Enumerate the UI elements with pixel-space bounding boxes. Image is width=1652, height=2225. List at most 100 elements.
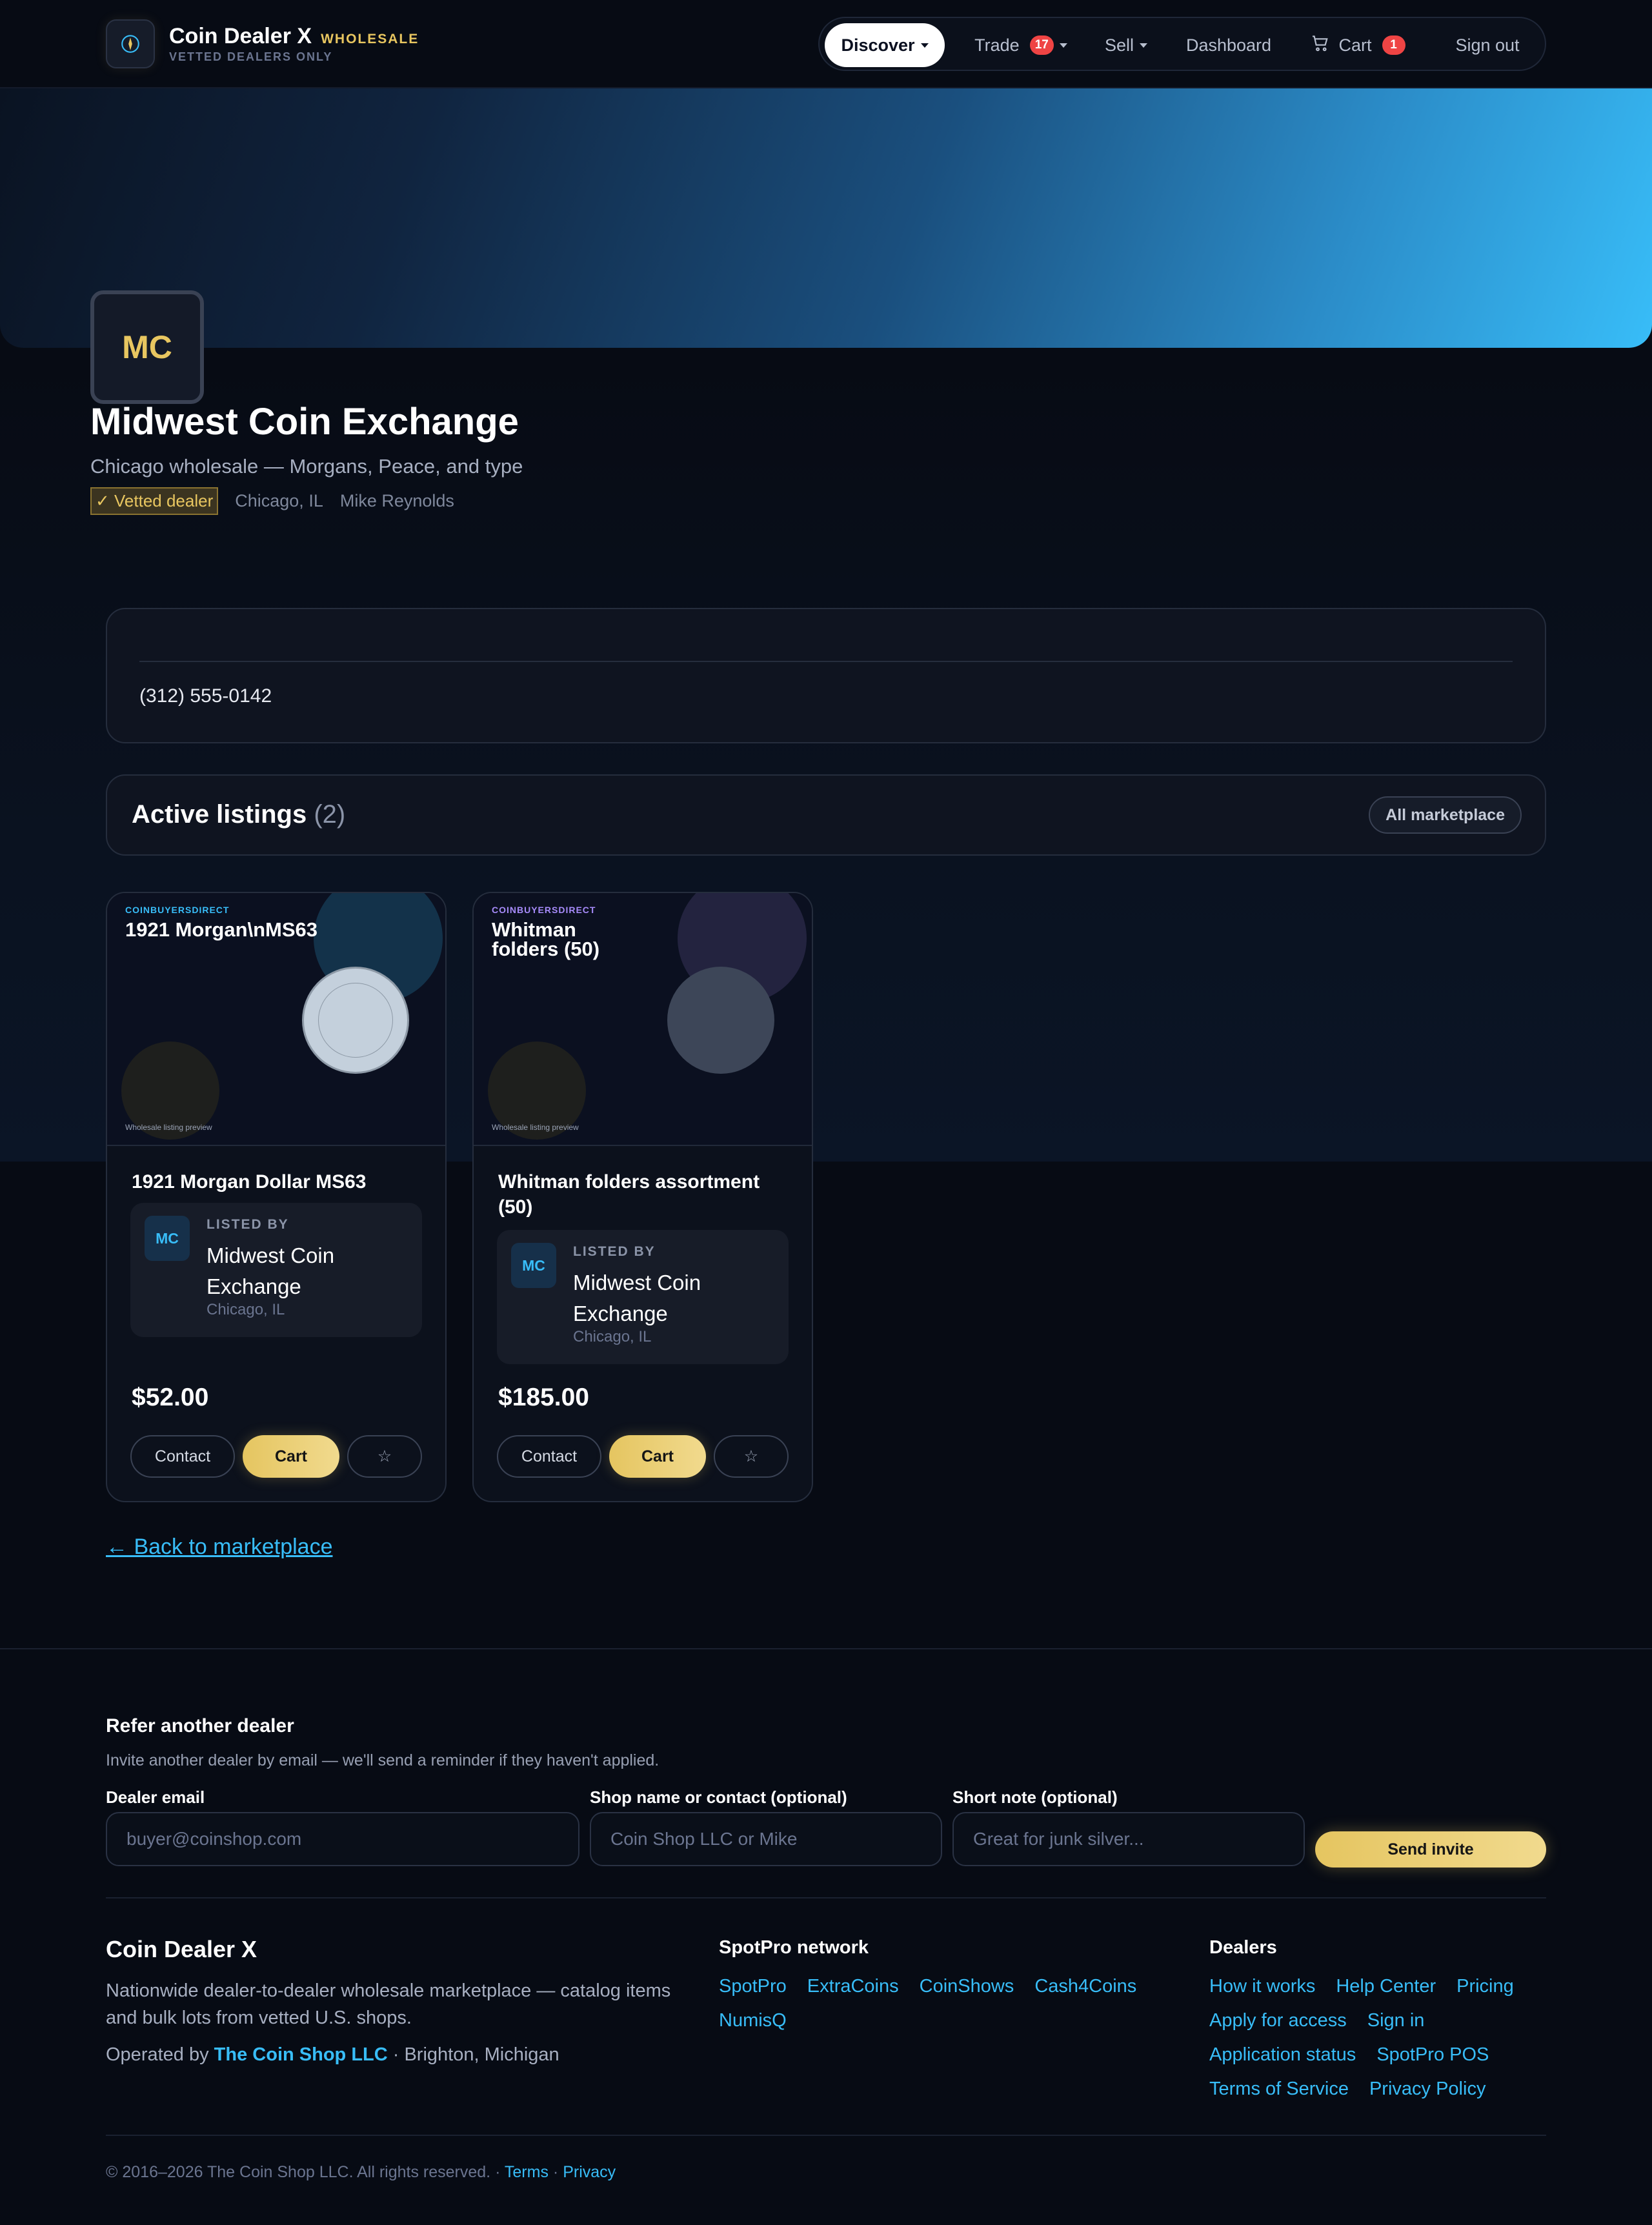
dealer-link[interactable]: Help Center [1336, 1969, 1436, 2004]
star-icon[interactable]: ☆ [714, 1435, 789, 1478]
operated-prefix: Operated by [106, 2044, 209, 2065]
listing-source: COINBUYERSDIRECT [492, 905, 596, 915]
seller-avatar: MC [511, 1243, 556, 1288]
listings-title: Active listings (2) [132, 800, 345, 829]
caret-down-icon [1140, 43, 1148, 48]
dealer-link[interactable]: Apply for access [1209, 2004, 1347, 2038]
nav-signout-label: Sign out [1455, 35, 1520, 55]
dealer-link[interactable]: Sign in [1367, 2004, 1425, 2038]
listing-source: COINBUYERSDIRECT [125, 905, 230, 915]
listing-name[interactable]: 1921 Morgan Dollar MS63 [132, 1169, 422, 1194]
network-link[interactable]: Cash4Coins [1034, 1969, 1136, 2004]
brand-tag: WHOLESALE [321, 32, 419, 46]
dealer-avatar: MC [90, 290, 204, 404]
send-invite-button[interactable]: Send invite [1315, 1831, 1546, 1868]
nav-trade[interactable]: Trade 17 [963, 23, 1079, 67]
decorative-circle [667, 967, 774, 1074]
network-link[interactable]: ExtraCoins [807, 1969, 899, 2004]
copyright: © 2016–2026 The Coin Shop LLC. All right… [106, 2163, 616, 2182]
network-link[interactable]: NumisQ [719, 2004, 787, 2038]
listing-image[interactable]: COINBUYERSDIRECT 1921 Morgan\nMS63 Whole… [107, 893, 445, 1146]
dealer-links: How it works Help Center Pricing Apply f… [1209, 1969, 1558, 2106]
nav-cart[interactable]: Cart 1 [1300, 23, 1416, 67]
contact-card: (312) 555-0142 [106, 608, 1546, 743]
seller-location: Chicago, IL [573, 1328, 652, 1345]
listing-image[interactable]: COINBUYERSDIRECT Whitman folders (50) Wh… [474, 893, 812, 1146]
listed-by-label: LISTED BY [206, 1217, 289, 1232]
listing-image-title: 1921 Morgan\nMS63 [125, 918, 318, 941]
dealer-email-input[interactable]: buyer@coinshop.com [106, 1812, 579, 1866]
nav-cart-label: Cart [1338, 35, 1372, 55]
listing-card[interactable]: COINBUYERSDIRECT 1921 Morgan\nMS63 Whole… [106, 892, 447, 1502]
network-link[interactable]: CoinShows [920, 1969, 1014, 2004]
separator: · [552, 2163, 559, 2181]
divider [139, 661, 1513, 662]
privacy-link[interactable]: Privacy [563, 2163, 616, 2181]
listing-preview-caption: Wholesale listing preview [492, 1123, 579, 1132]
dealer-phone[interactable]: (312) 555-0142 [139, 685, 272, 707]
listings-title-text: Active listings [132, 800, 307, 829]
brand-name: Coin Dealer X [169, 24, 312, 48]
star-icon[interactable]: ☆ [347, 1435, 422, 1478]
add-to-cart-button[interactable]: Cart [243, 1435, 339, 1478]
refer-title: Refer another dealer [106, 1715, 294, 1737]
listing-price: $52.00 [132, 1384, 209, 1411]
coin-icon [302, 967, 409, 1074]
listed-by-label: LISTED BY [573, 1244, 656, 1259]
seller-name: Midwest Coin Exchange [206, 1243, 335, 1298]
cart-count-badge: 1 [1382, 35, 1405, 55]
shop-name-input[interactable]: Coin Shop LLC or Mike [590, 1812, 942, 1866]
nav-discover-label: Discover [841, 35, 915, 55]
network-links: SpotPro ExtraCoins CoinShows Cash4Coins … [719, 1969, 1171, 2038]
nav-dashboard-label: Dashboard [1185, 35, 1272, 55]
seller-name: Midwest Coin Exchange [573, 1271, 701, 1325]
listing-card[interactable]: COINBUYERSDIRECT Whitman folders (50) Wh… [472, 892, 813, 1502]
listing-name[interactable]: Whitman folders assortment (50) [498, 1169, 789, 1220]
seller-avatar: MC [145, 1216, 190, 1261]
brand[interactable]: Coin Dealer X WHOLESALE VETTED DEALERS O… [106, 19, 419, 68]
divider [106, 2135, 1546, 2136]
dealer-link[interactable]: Pricing [1456, 1969, 1514, 2004]
listing-actions: Contact Cart ☆ [497, 1435, 789, 1478]
nav-sell[interactable]: Sell [1089, 23, 1163, 67]
seller-box[interactable]: MC LISTED BY Midwest Coin Exchange Chica… [497, 1230, 789, 1364]
operated-suffix: · Brighton, Michigan [392, 2044, 559, 2065]
dealer-link[interactable]: Application status [1209, 2038, 1356, 2072]
nav-dashboard[interactable]: Dashboard [1174, 23, 1283, 67]
listing-preview-caption: Wholesale listing preview [125, 1123, 212, 1132]
terms-link[interactable]: Terms [505, 2163, 549, 2181]
trade-count-badge: 17 [1029, 35, 1054, 55]
dealer-link[interactable]: SpotPro POS [1376, 2038, 1489, 2072]
nav-signout[interactable]: Sign out [1439, 23, 1536, 67]
all-marketplace-button[interactable]: All marketplace [1369, 796, 1522, 834]
caret-down-icon [920, 43, 929, 48]
coin-rim [318, 983, 393, 1058]
dealer-tagline: Chicago wholesale — Morgans, Peace, and … [90, 455, 523, 478]
contact-button[interactable]: Contact [497, 1435, 601, 1478]
network-link[interactable]: SpotPro [719, 1969, 787, 2004]
coin-shop-link[interactable]: The Coin Shop LLC [214, 2044, 388, 2065]
nav-sell-label: Sell [1104, 35, 1134, 55]
profile-banner [0, 88, 1652, 348]
footer-brand: Coin Dealer X [106, 1936, 257, 1962]
nav-discover[interactable]: Discover [825, 23, 945, 67]
listings-count: (2) [314, 800, 346, 829]
short-note-label: Short note (optional) [952, 1787, 1118, 1807]
brand-subtitle: VETTED DEALERS ONLY [169, 50, 333, 63]
footer-operated-by: Operated by The Coin Shop LLC · Brighton… [106, 2044, 559, 2066]
add-to-cart-button[interactable]: Cart [609, 1435, 706, 1478]
copyright-text: © 2016–2026 The Coin Shop LLC. All right… [106, 2163, 491, 2181]
dealer-link[interactable]: Privacy Policy [1369, 2072, 1486, 2106]
listing-actions: Contact Cart ☆ [130, 1435, 422, 1478]
contact-button[interactable]: Contact [130, 1435, 235, 1478]
seller-box[interactable]: MC LISTED BY Midwest Coin Exchange Chica… [130, 1203, 422, 1337]
short-note-input[interactable]: Great for junk silver... [952, 1812, 1305, 1866]
dealer-link[interactable]: Terms of Service [1209, 2072, 1349, 2106]
nav-trade-label: Trade [974, 35, 1020, 55]
network-title: SpotPro network [719, 1937, 869, 1958]
refer-subtitle: Invite another dealer by email — we'll s… [106, 1751, 660, 1769]
dealer-link[interactable]: How it works [1209, 1969, 1315, 2004]
dealer-contact-person: Mike Reynolds [339, 491, 454, 510]
back-to-marketplace-link[interactable]: ← Back to marketplace [106, 1535, 332, 1560]
shop-name-label: Shop name or contact (optional) [590, 1787, 847, 1807]
